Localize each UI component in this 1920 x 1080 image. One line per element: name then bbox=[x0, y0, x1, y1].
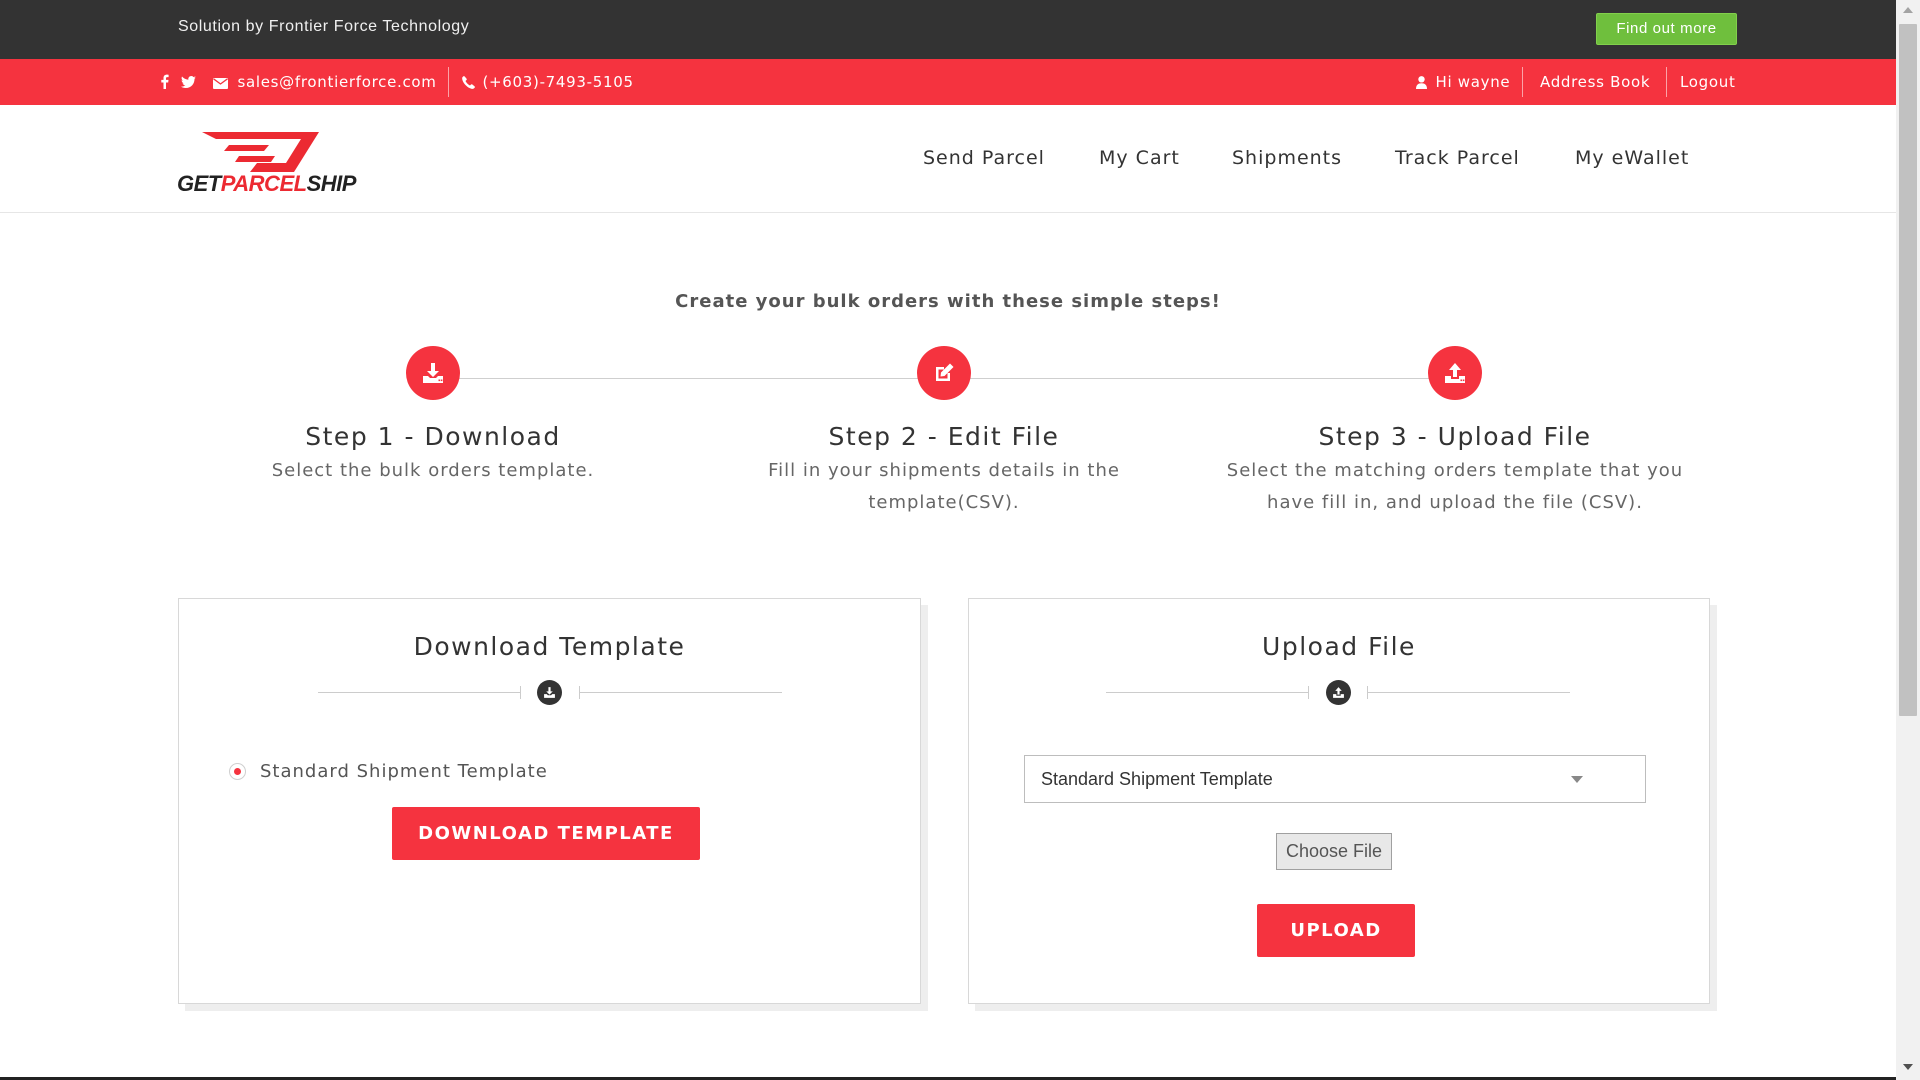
upload-icon bbox=[1326, 680, 1351, 705]
step-1-title: Step 1 - Download bbox=[305, 422, 561, 451]
email-text: sales@frontierforce.com bbox=[237, 73, 437, 91]
choose-file-button[interactable]: Choose File bbox=[1276, 833, 1392, 870]
chevron-down-icon bbox=[1571, 776, 1583, 783]
step-2-description: Fill in your shipments details in the te… bbox=[714, 455, 1174, 519]
envelope-icon bbox=[213, 78, 228, 89]
find-out-more-button[interactable]: Find out more bbox=[1596, 13, 1737, 45]
nav-shipments[interactable]: Shipments bbox=[1232, 147, 1342, 169]
logo-text-parcel: PARCEL bbox=[221, 171, 307, 196]
download-panel-title: Download Template bbox=[413, 632, 686, 661]
divider bbox=[520, 686, 521, 699]
upload-panel-title: Upload File bbox=[1262, 632, 1416, 661]
solution-text: Solution by Frontier Force Technology bbox=[178, 18, 470, 35]
twitter-icon[interactable] bbox=[181, 59, 196, 105]
user-greeting[interactable]: Hi wayne bbox=[1416, 59, 1510, 105]
phone-text: (+603)-7493-5105 bbox=[482, 73, 634, 91]
divider bbox=[1106, 692, 1309, 693]
page-scrollbar[interactable] bbox=[1896, 0, 1920, 1080]
email-link[interactable]: sales@frontierforce.com bbox=[213, 59, 437, 105]
svg-text:GETPARCELSHIP: GETPARCELSHIP bbox=[177, 171, 357, 196]
phone-link[interactable]: (+603)-7493-5105 bbox=[462, 59, 634, 105]
getparcelship-logo[interactable]: GETPARCELSHIP bbox=[177, 127, 362, 197]
contact-bar: sales@frontierforce.com (+603)-7493-5105… bbox=[0, 59, 1896, 105]
step-1-desc-line: Select the bulk orders template. bbox=[271, 460, 595, 481]
radio-selected-dot bbox=[234, 767, 241, 775]
nav-send-parcel[interactable]: Send Parcel bbox=[923, 147, 1045, 169]
download-icon bbox=[537, 680, 562, 705]
standard-template-label[interactable]: Standard Shipment Template bbox=[260, 761, 548, 782]
divider bbox=[1367, 692, 1570, 693]
standard-template-option[interactable]: Standard Shipment Template bbox=[229, 759, 548, 783]
divider bbox=[318, 692, 521, 693]
step-3-upload-icon bbox=[1428, 346, 1482, 400]
step-3-desc-line-2: have fill in, and upload the file (CSV). bbox=[1267, 492, 1643, 513]
facebook-icon[interactable] bbox=[160, 59, 169, 105]
divider bbox=[1666, 67, 1667, 97]
step-1-download-icon bbox=[406, 346, 460, 400]
nav-track-parcel[interactable]: Track Parcel bbox=[1395, 147, 1520, 169]
upload-file-panel: Upload File Standard Shipment Template C… bbox=[968, 598, 1710, 1004]
scroll-down-arrow-icon[interactable] bbox=[1903, 1064, 1913, 1070]
scroll-thumb[interactable] bbox=[1899, 24, 1917, 716]
divider bbox=[1522, 67, 1523, 97]
header: GETPARCELSHIP Send Parcel My Cart Shipme… bbox=[0, 105, 1896, 213]
download-template-button[interactable]: DOWNLOAD TEMPLATE bbox=[392, 807, 700, 860]
step-2-edit-icon bbox=[917, 346, 971, 400]
phone-icon bbox=[462, 76, 475, 89]
logo-text-get: GET bbox=[177, 171, 223, 196]
step-1-description: Select the bulk orders template. bbox=[203, 455, 663, 487]
step-2-desc-line-2: template(CSV). bbox=[868, 492, 1020, 513]
nav-my-cart[interactable]: My Cart bbox=[1099, 147, 1180, 169]
template-select[interactable]: Standard Shipment Template bbox=[1024, 755, 1646, 803]
step-3-title: Step 3 - Upload File bbox=[1318, 422, 1592, 451]
logout-link[interactable]: Logout bbox=[1680, 59, 1736, 105]
download-template-panel: Download Template Standard Shipment Temp… bbox=[178, 598, 921, 1004]
logo-text-ship: SHIP bbox=[307, 171, 357, 196]
step-3-description: Select the matching orders template that… bbox=[1225, 455, 1685, 519]
step-2-desc-line-1: Fill in your shipments details in the bbox=[768, 460, 1120, 481]
divider bbox=[448, 67, 449, 97]
user-icon bbox=[1416, 76, 1427, 89]
greeting-text: Hi wayne bbox=[1435, 73, 1511, 91]
steps-heading: Create your bulk orders with these simpl… bbox=[675, 291, 1221, 312]
step-2-title: Step 2 - Edit File bbox=[828, 422, 1060, 451]
divider bbox=[579, 692, 782, 693]
standard-template-radio[interactable] bbox=[229, 762, 246, 780]
address-book-link[interactable]: Address Book bbox=[1540, 59, 1650, 105]
step-3-desc-line-1: Select the matching orders template that… bbox=[1226, 460, 1684, 481]
top-bar: Solution by Frontier Force Technology Fi… bbox=[0, 0, 1896, 59]
nav-my-ewallet[interactable]: My eWallet bbox=[1575, 147, 1689, 169]
upload-button[interactable]: UPLOAD bbox=[1257, 904, 1415, 957]
divider bbox=[1308, 686, 1309, 699]
template-select-value: Standard Shipment Template bbox=[1041, 769, 1273, 789]
scroll-up-arrow-icon[interactable] bbox=[1903, 7, 1913, 13]
